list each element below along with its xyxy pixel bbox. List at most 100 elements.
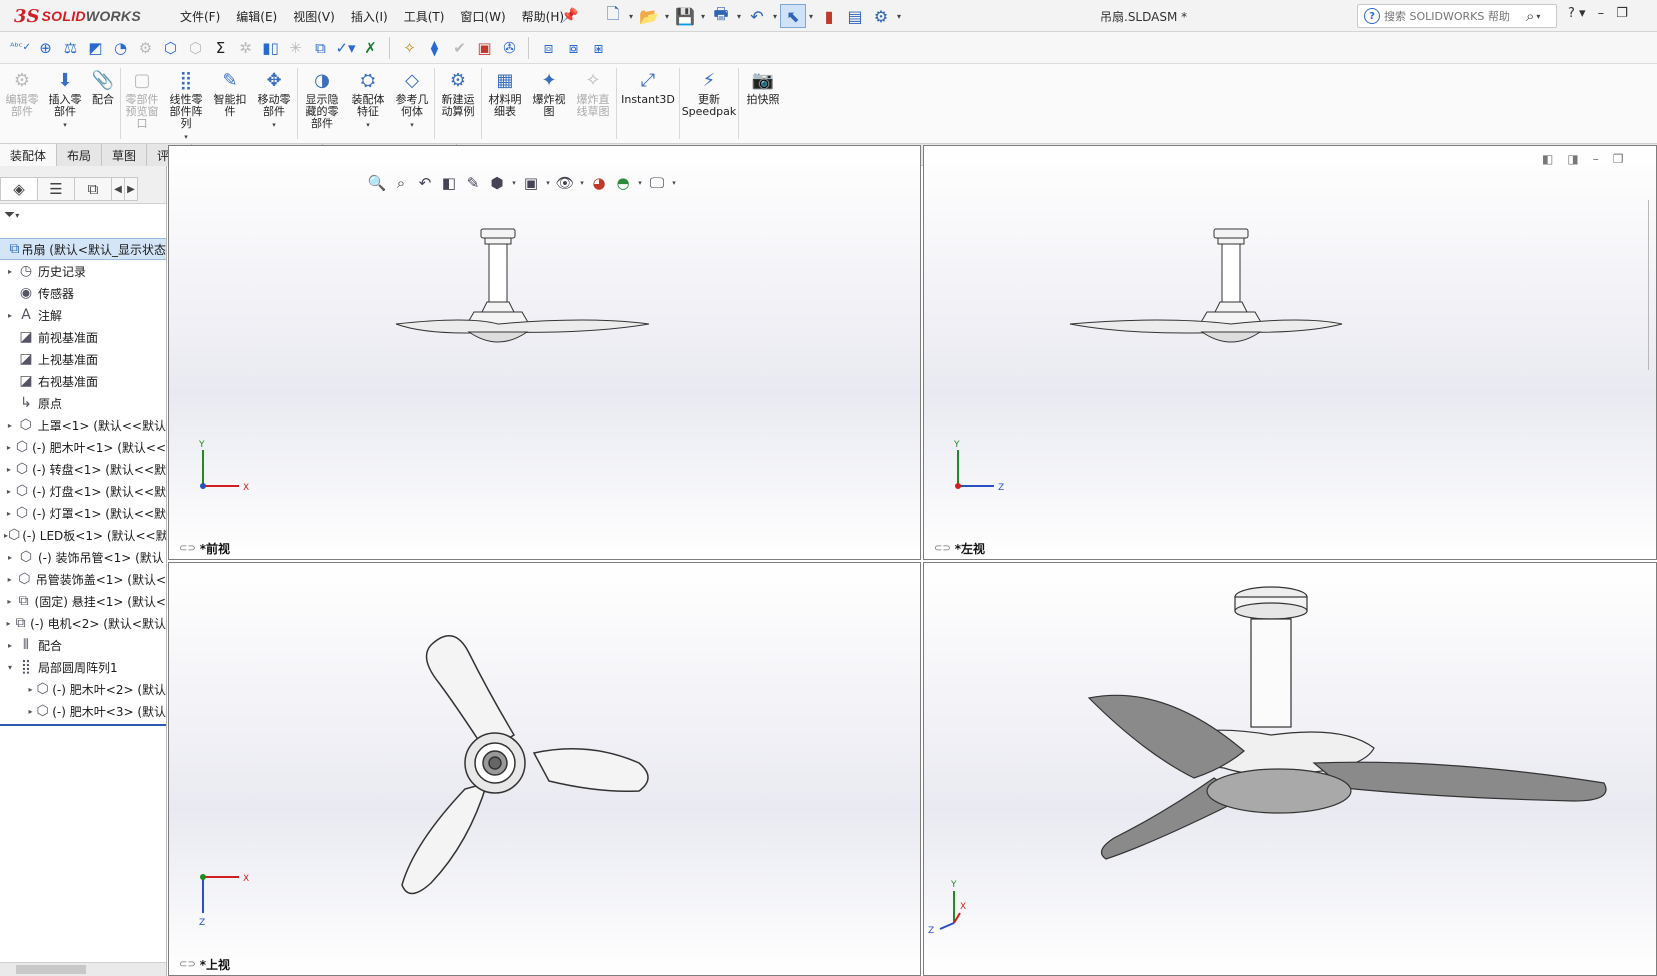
- tree-node[interactable]: ▾ ⣿ 局部圆周阵列1: [0, 656, 166, 678]
- command-snapshot-button[interactable]: 📷 拍快照: [739, 64, 787, 143]
- minimize-icon[interactable]: –: [1598, 6, 1605, 21]
- view-settings-icon[interactable]: 🖵: [646, 172, 668, 194]
- tree-node[interactable]: ▸ ⧉ (-) 电机<2> (默认<默认: [0, 612, 166, 634]
- tree-node[interactable]: ◪ 上视基准面: [0, 348, 166, 370]
- interference-icon[interactable]: ⬡: [158, 36, 183, 60]
- view-options-1-icon[interactable]: ⧈: [536, 36, 561, 60]
- tree-node[interactable]: ▸ ⧉ (固定) 悬挂<1> (默认<: [0, 590, 166, 612]
- view-options-3-icon[interactable]: ⧆: [586, 36, 611, 60]
- display-style-dropdown-icon[interactable]: ▾: [544, 172, 552, 194]
- hide-show-items-icon[interactable]: 👁: [554, 172, 576, 194]
- tree-node[interactable]: ▸ ⬡ 吊管装饰盖<1> (默认<: [0, 568, 166, 590]
- configuration-manager-tab-icon[interactable]: ⧉: [74, 177, 112, 201]
- print-dropdown-icon[interactable]: ▾: [734, 4, 744, 28]
- panel-horizontal-scrollbar[interactable]: [0, 962, 166, 976]
- panel-collapse-left-icon[interactable]: ◧: [1542, 152, 1553, 166]
- view-orientation-icon[interactable]: ⬢: [486, 172, 508, 194]
- viewport-front[interactable]: Y X ⊂⊃ *前视: [168, 145, 921, 560]
- undo-dropdown-icon[interactable]: ▾: [770, 4, 780, 28]
- search-icon[interactable]: ⌕: [1526, 7, 1534, 25]
- collision-detection-icon[interactable]: ✳: [283, 36, 308, 60]
- chevron-down-icon[interactable]: ▾: [272, 119, 276, 131]
- section-view-icon[interactable]: ◧: [438, 172, 460, 194]
- equations-sigma-icon[interactable]: Σ: [208, 36, 233, 60]
- tree-node[interactable]: ▸ ⬡ (-) 装饰吊管<1> (默认: [0, 546, 166, 568]
- chevron-right-icon[interactable]: ▸: [4, 575, 15, 584]
- select-pointer-icon[interactable]: ⬉: [780, 4, 806, 28]
- check-icon[interactable]: ⚙: [133, 36, 158, 60]
- command-bom-button[interactable]: ▦ 材料明 细表: [482, 64, 528, 143]
- chevron-right-icon[interactable]: ▸: [4, 421, 16, 430]
- chevron-down-icon[interactable]: ▾: [184, 131, 188, 143]
- tree-node[interactable]: ▸ ◷ 历史记录: [0, 260, 166, 282]
- new-document-icon[interactable]: 🗋: [600, 4, 626, 28]
- menu-item-6[interactable]: 帮助(H): [522, 8, 564, 25]
- display-states-icon[interactable]: ⧫: [422, 36, 447, 60]
- help-search-input[interactable]: [1384, 9, 1524, 23]
- property-manager-tab-icon[interactable]: ☰: [37, 177, 75, 201]
- command-edit-component-button[interactable]: ⚙ 编辑零 部件: [0, 64, 44, 143]
- command-exploded-view-button[interactable]: ✦ 爆炸视图: [528, 64, 570, 143]
- chevron-down-icon[interactable]: ▾: [4, 663, 16, 672]
- command-component-preview-button[interactable]: ▢ 零部件 预览窗口: [121, 64, 163, 143]
- chevron-right-icon[interactable]: ▸: [26, 707, 35, 716]
- print-icon[interactable]: 🖶: [708, 4, 734, 28]
- tree-node[interactable]: ◪ 右视基准面: [0, 370, 166, 392]
- edit-appearance-icon[interactable]: ◕: [588, 172, 610, 194]
- panel-next-icon[interactable]: ▶: [124, 177, 138, 201]
- apply-scene-icon[interactable]: ◓: [612, 172, 634, 194]
- help-circle-icon[interactable]: ?: [1364, 8, 1380, 24]
- tree-node[interactable]: ▸ ⬡ (-) 转盘<1> (默认<<默: [0, 458, 166, 480]
- command-motion-study-button[interactable]: ⚙ 新建运 动算例: [435, 64, 481, 143]
- display-style-icon[interactable]: ▣: [520, 172, 542, 194]
- select-dropdown-icon[interactable]: ▾: [806, 4, 816, 28]
- viewport-minimize-icon[interactable]: –: [1593, 152, 1599, 166]
- tree-node[interactable]: ▸ ⫴ 配合: [0, 634, 166, 656]
- excel-export-icon[interactable]: ✗: [358, 36, 383, 60]
- panel-prev-icon[interactable]: ◀: [111, 177, 125, 201]
- tree-node[interactable]: ▸ ⬡ 上罩<1> (默认<<默认: [0, 414, 166, 436]
- tab-0[interactable]: 装配体: [0, 144, 58, 166]
- view-orientation-dropdown-icon[interactable]: ▾: [510, 172, 518, 194]
- previous-view-icon[interactable]: ↶: [414, 172, 436, 194]
- tree-node[interactable]: ▸ ⬡ (-) 灯罩<1> (默认<<默: [0, 502, 166, 524]
- save-dropdown-icon[interactable]: ▾: [698, 4, 708, 28]
- menu-item-3[interactable]: 插入(I): [351, 8, 388, 25]
- chevron-right-icon[interactable]: ▸: [4, 619, 13, 628]
- mass-properties-icon[interactable]: ⚖: [58, 36, 83, 60]
- view-settings-dropdown-icon[interactable]: ▾: [670, 172, 678, 194]
- chevron-down-icon[interactable]: ▾: [410, 119, 414, 131]
- front-fan-model[interactable]: [169, 146, 921, 560]
- tree-node[interactable]: ▸ ⬡ (-) 肥木叶<1> (默认<<: [0, 436, 166, 458]
- task-pane-edge[interactable]: [1648, 200, 1657, 370]
- help-question-icon[interactable]: ? ▾: [1568, 6, 1586, 21]
- chevron-right-icon[interactable]: ▸: [4, 553, 16, 562]
- tree-node[interactable]: ◪ 前视基准面: [0, 326, 166, 348]
- dynamic-annotation-icon[interactable]: ✎: [462, 172, 484, 194]
- menu-item-2[interactable]: 视图(V): [293, 8, 335, 25]
- chevron-right-icon[interactable]: ▸: [4, 641, 16, 650]
- menu-item-0[interactable]: 文件(F): [180, 8, 220, 25]
- command-smart-fastener-button[interactable]: ✎ 智能扣件: [209, 64, 251, 143]
- viewport-left[interactable]: Y Z ⊂⊃ *左视: [923, 145, 1657, 560]
- new-dropdown-icon[interactable]: ▾: [626, 4, 636, 28]
- tree-filter[interactable]: ⏷ ▾: [0, 204, 166, 226]
- restore-icon[interactable]: ❐: [1616, 6, 1628, 21]
- view-link-icon[interactable]: ⊂⊃: [179, 959, 196, 970]
- chevron-right-icon[interactable]: ▸: [4, 509, 14, 518]
- tree-node[interactable]: ▸ A 注解: [0, 304, 166, 326]
- viewport-isometric[interactable]: Y Z X: [923, 562, 1657, 976]
- filter-dropdown-icon[interactable]: ▾: [15, 211, 19, 220]
- hide-show-dropdown-icon[interactable]: ▾: [578, 172, 586, 194]
- file-properties-icon[interactable]: ▤: [842, 4, 868, 28]
- hole-alignment-icon[interactable]: ✲: [233, 36, 258, 60]
- tree-node[interactable]: ↳ 原点: [0, 392, 166, 414]
- search-dropdown-icon[interactable]: ▾: [1536, 12, 1540, 21]
- viewport-restore-icon[interactable]: ❐: [1613, 152, 1624, 166]
- tree-node[interactable]: ▸ ⬡ (-) 灯盘<1> (默认<<默: [0, 480, 166, 502]
- zoom-to-area-icon[interactable]: ⌕: [390, 172, 412, 194]
- tree-rollback-bar[interactable]: [0, 724, 166, 726]
- menu-item-5[interactable]: 窗口(W): [460, 8, 505, 25]
- chevron-right-icon[interactable]: ▸: [4, 443, 14, 452]
- measure-icon[interactable]: ⊕: [33, 36, 58, 60]
